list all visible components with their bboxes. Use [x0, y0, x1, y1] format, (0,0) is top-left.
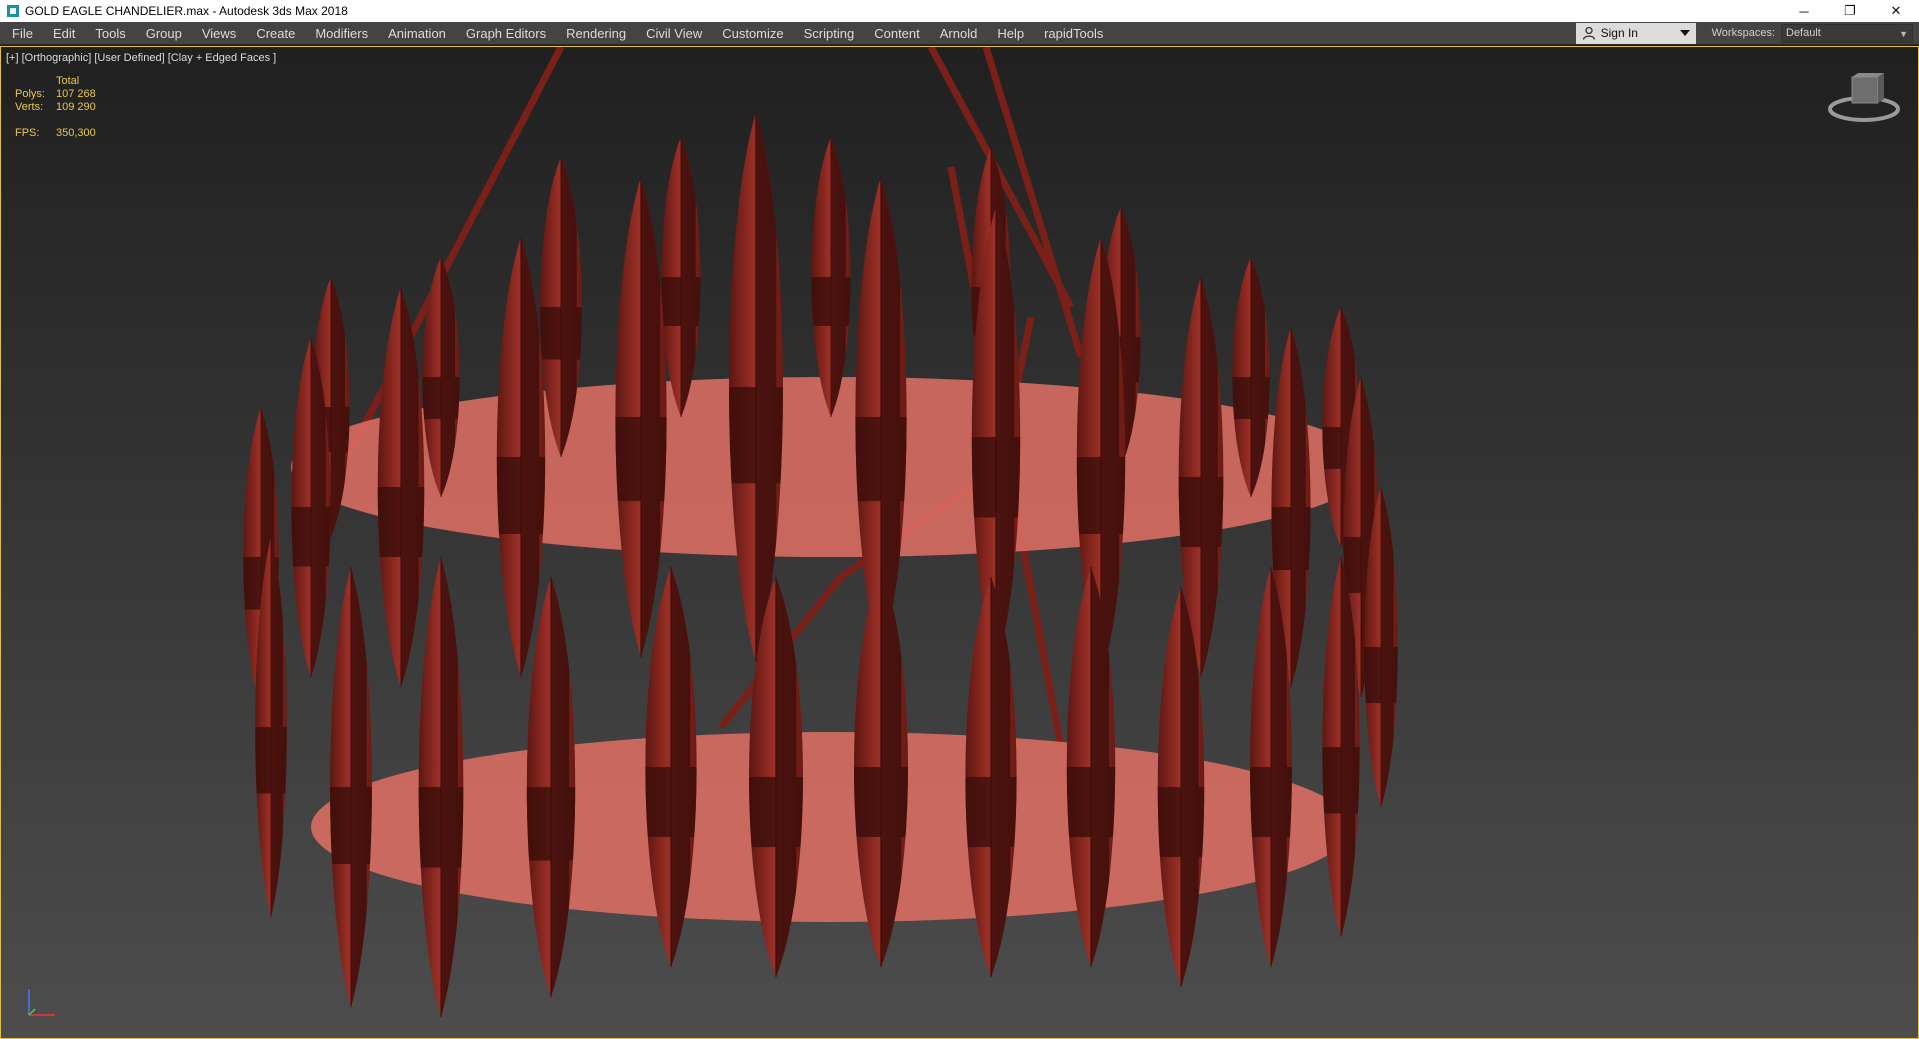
window-title: GOLD EAGLE CHANDELIER.max - Autodesk 3ds… — [25, 4, 348, 18]
viewport-label[interactable]: [+] [Orthographic] [User Defined] [Clay … — [6, 52, 276, 64]
menu-rapidtools[interactable]: rapidTools — [1034, 22, 1113, 45]
viewcube-icon[interactable] — [1824, 71, 1904, 131]
menu-help[interactable]: Help — [987, 22, 1034, 45]
title-bar: GOLD EAGLE CHANDELIER.max - Autodesk 3ds… — [0, 0, 1919, 22]
verts-value: 109 290 — [56, 101, 96, 113]
workspace-select[interactable]: Default ▼ — [1781, 23, 1913, 43]
menu-modifiers[interactable]: Modifiers — [305, 22, 378, 45]
minimize-button[interactable]: ─ — [1781, 0, 1827, 22]
fps-label: FPS: — [15, 127, 40, 139]
menu-rendering[interactable]: Rendering — [556, 22, 636, 45]
menu-create[interactable]: Create — [246, 22, 305, 45]
menu-views[interactable]: Views — [192, 22, 246, 45]
sign-in-label: Sign In — [1600, 26, 1638, 40]
menu-scripting[interactable]: Scripting — [794, 22, 865, 45]
verts-label: Verts: — [15, 101, 44, 113]
stats-header: Total — [56, 75, 80, 87]
viewport-statistics: Total Polys: 107 268 Verts: 109 290 FPS: 35… — [15, 75, 96, 140]
workspace-value: Default — [1786, 27, 1821, 39]
restore-button[interactable]: ❐ — [1827, 0, 1873, 22]
chevron-down-icon[interactable] — [1679, 29, 1690, 36]
3dsmax-app-icon[interactable] — [6, 4, 20, 18]
menu-tools[interactable]: Tools — [85, 22, 135, 45]
menu-animation[interactable]: Animation — [378, 22, 456, 45]
sign-in-button[interactable]: Sign In — [1575, 22, 1696, 44]
menu-bar: File Edit Tools Group Views Create Modif… — [0, 22, 1919, 45]
menu-graph-editors[interactable]: Graph Editors — [456, 22, 556, 45]
viewport-orthographic[interactable]: [+] [Orthographic] [User Defined] [Clay … — [0, 46, 1919, 1039]
chevron-down-icon: ▼ — [1899, 28, 1908, 39]
menu-file[interactable]: File — [0, 22, 43, 45]
user-icon — [1582, 26, 1595, 40]
polys-label: Polys: — [15, 88, 45, 100]
axis-tripod-icon — [28, 989, 55, 1016]
menu-group[interactable]: Group — [136, 22, 192, 45]
fps-value: 350,300 — [56, 127, 96, 139]
menu-arnold[interactable]: Arnold — [930, 22, 988, 45]
menu-civil-view[interactable]: Civil View — [636, 22, 712, 45]
close-button[interactable]: ✕ — [1873, 0, 1919, 22]
polys-value: 107 268 — [56, 88, 96, 100]
menu-customize[interactable]: Customize — [712, 22, 793, 45]
menu-content[interactable]: Content — [864, 22, 930, 45]
menu-edit[interactable]: Edit — [43, 22, 85, 45]
workspaces-label: Workspaces: — [1711, 27, 1775, 39]
chandelier-mesh[interactable] — [1, 47, 1919, 1039]
